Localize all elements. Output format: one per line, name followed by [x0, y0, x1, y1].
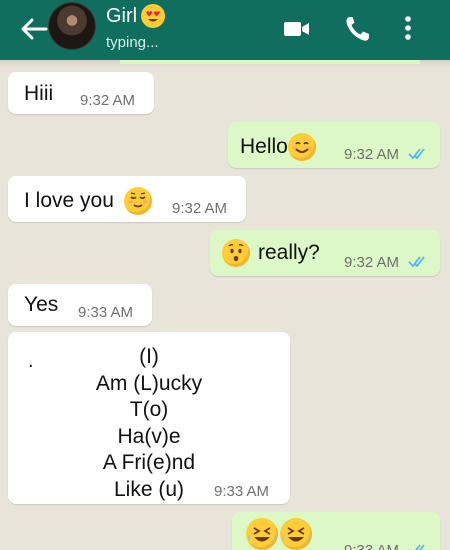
message-time: 9:32 AM: [172, 200, 228, 217]
message-time: 9:32 AM: [344, 146, 400, 163]
message-text: really?: [222, 239, 320, 267]
hushed-face-emoji-icon: [222, 239, 250, 267]
squinting-tears-face-emoji-icon: [246, 518, 278, 550]
contact-name-text: Girl: [106, 4, 138, 27]
poem-line: (I): [139, 345, 159, 368]
incoming-message[interactable]: Hiii 9:32 AM: [8, 72, 154, 114]
message-time: 9:33 AM: [78, 304, 134, 321]
more-options-icon[interactable]: [402, 14, 414, 44]
read-receipt-icon: [409, 544, 425, 550]
message-time: 9:33 AM: [344, 542, 399, 550]
squinting-tears-face-emoji-icon: [280, 518, 312, 550]
message-time: 9:32 AM: [80, 92, 136, 109]
outgoing-message[interactable]: really? 9:32 AM: [210, 230, 440, 276]
back-arrow-icon[interactable]: [16, 12, 50, 46]
contact-name[interactable]: Girl: [106, 4, 166, 28]
message-text: Yes: [24, 293, 59, 316]
typing-status: typing...: [106, 34, 159, 51]
message-text: (I) Am (L)ucky T(o) Ha(v)e A Fri(e)nd Li…: [8, 344, 290, 503]
read-receipt-icon: [408, 148, 425, 160]
smiling-face-emoji-icon: [287, 133, 316, 161]
message-text-content: Hello: [240, 135, 288, 158]
message-text: Hiii: [24, 82, 54, 105]
incoming-message[interactable]: . (I) Am (L)ucky T(o) Ha(v)e A Fri(e)nd …: [8, 332, 290, 504]
heart-eyes-emoji-icon: [141, 4, 166, 28]
chat-header: Girl typing...: [0, 0, 450, 60]
poem-line: A Fri(e)nd: [102, 451, 196, 474]
avatar[interactable]: [48, 2, 96, 50]
poem-line: Am (L)ucky: [95, 371, 203, 395]
poem-line: T(o): [129, 398, 169, 421]
message-text: I love you: [24, 187, 152, 215]
phone-icon[interactable]: [344, 14, 372, 44]
outgoing-message[interactable]: 9:33 AM: [232, 512, 440, 550]
message-text-content: really?: [258, 241, 320, 264]
poem-line: Ha(v)e: [117, 424, 181, 448]
message-time: 9:33 AM: [214, 483, 270, 500]
read-receipt-icon: [408, 256, 425, 268]
video-call-icon[interactable]: [282, 14, 312, 44]
incoming-message[interactable]: Yes 9:33 AM: [8, 284, 152, 326]
message-emojis: [246, 518, 312, 550]
message-text-content: I love you: [24, 189, 114, 212]
incoming-message[interactable]: I love you 9:32 AM: [8, 176, 246, 222]
message-text: Hello: [240, 133, 316, 161]
relieved-face-emoji-icon: [123, 187, 152, 215]
outgoing-message[interactable]: Hello 9:32 AM: [228, 122, 440, 168]
message-list[interactable]: Hiii 9:32 AM Hello 9:32 AM I love you 9:…: [0, 60, 450, 550]
message-time: 9:32 AM: [344, 254, 400, 271]
